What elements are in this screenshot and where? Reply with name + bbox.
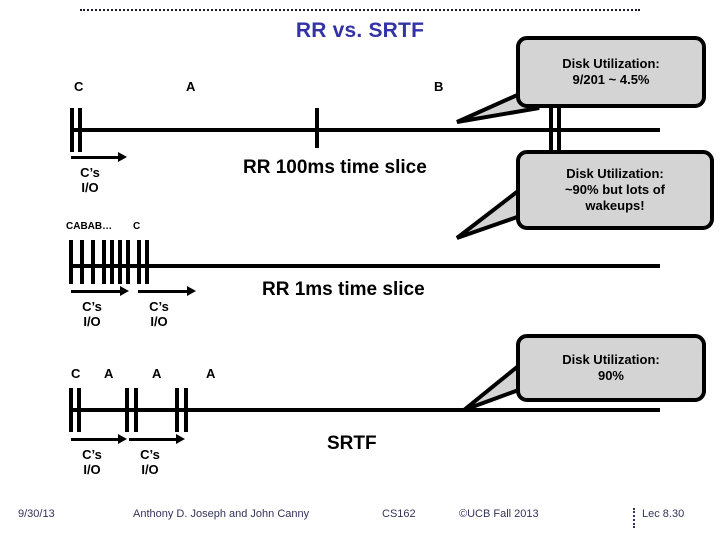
timeline1-io-caption-line2: I/O: [81, 180, 99, 195]
callout-rr100: Disk Utilization: 9/201 ~ 4.5%: [516, 36, 706, 108]
timeline3-io-caption-2: C’s I/O: [119, 447, 181, 477]
timeline2-io2-line1: C’s: [149, 299, 169, 314]
timeline1-io-arrow: [71, 152, 127, 163]
callout-rr1: Disk Utilization: ~90% but lots of wakeu…: [516, 150, 714, 230]
timeline2-io-caption-1: C’s I/O: [61, 299, 123, 329]
callout-rr1-line3: wakeups!: [585, 198, 645, 213]
timeline2-io1-line1: C’s: [82, 299, 102, 314]
footer-page: Lec 8.30: [642, 508, 685, 520]
callout-rr100-line2: 9/201 ~ 4.5%: [572, 72, 650, 87]
caption-rr-1ms: RR 1ms time slice: [262, 279, 425, 300]
header-dotted-rule: [80, 9, 640, 11]
timeline3-io2-line1: C’s: [140, 447, 160, 462]
timeline2-tick-8: [137, 240, 141, 284]
timeline2-io1-line2: I/O: [83, 314, 101, 329]
timeline3-io-arrow-2: [129, 434, 185, 445]
timeline2-io-arrow-1: [71, 286, 129, 297]
timeline3-label-a1: A: [104, 366, 114, 381]
timeline2-tick-4: [102, 240, 106, 284]
timeline3-io1-line2: I/O: [83, 462, 101, 477]
timeline2-tick-9: [145, 240, 149, 284]
timeline1-tick-c-a: [70, 108, 74, 152]
footer-authors: Anthony D. Joseph and John Canny: [133, 508, 310, 520]
timeline2-io-caption-2: C’s I/O: [128, 299, 190, 329]
timeline3-label-a2: A: [152, 366, 162, 381]
timeline3-tick-2b: [134, 388, 138, 432]
timeline2-io-arrow-2: [138, 286, 196, 297]
timeline2-tick-6: [118, 240, 122, 284]
timeline3-tick-1a: [69, 388, 73, 432]
timeline3-io-arrow-1: [71, 434, 127, 445]
footer: 9/30/13 Anthony D. Joseph and John Canny…: [0, 508, 720, 532]
callout-srtf-line1: Disk Utilization:: [562, 352, 660, 367]
slide-canvas: RR vs. SRTF C A B C’s I/O RR 100ms time …: [0, 0, 720, 540]
timeline2-label-cabab: CABAB…: [66, 221, 113, 232]
timeline3-label-c: C: [71, 366, 81, 381]
timeline2-tick-5: [110, 240, 114, 284]
caption-srtf: SRTF: [327, 433, 377, 454]
timeline3-io1-line1: C’s: [82, 447, 102, 462]
timeline1-axis: [70, 128, 660, 132]
timeline1-tick-a: [315, 108, 319, 148]
caption-rr-100ms: RR 100ms time slice: [243, 157, 427, 178]
timeline2-tick-3: [91, 240, 95, 284]
timeline1-io-caption: C’s I/O: [60, 165, 120, 195]
timeline3-tick-3b: [184, 388, 188, 432]
timeline1-io-caption-line1: C’s: [80, 165, 100, 180]
timeline3-tick-3a: [175, 388, 179, 432]
timeline2-axis: [69, 264, 660, 268]
timeline2-label-c: C: [133, 221, 141, 232]
timeline1-label-c: C: [74, 79, 84, 94]
timeline3-tick-2a: [125, 388, 129, 432]
footer-date: 9/30/13: [18, 508, 55, 520]
timeline3-io2-line2: I/O: [141, 462, 159, 477]
timeline1-label-b: B: [434, 79, 444, 94]
callout-rr1-line1: Disk Utilization:: [566, 166, 664, 181]
timeline2-io2-line2: I/O: [150, 314, 168, 329]
timeline2-tick-1: [69, 240, 73, 284]
timeline3-tick-1b: [77, 388, 81, 432]
callout-rr100-line1: Disk Utilization:: [562, 56, 660, 71]
callout-srtf: Disk Utilization: 90%: [516, 334, 706, 402]
timeline3-label-a3: A: [206, 366, 216, 381]
callout-srtf-line2: 90%: [597, 368, 624, 383]
timeline2-tick-2: [80, 240, 84, 284]
footer-separator: [633, 508, 635, 528]
timeline3-io-caption-1: C’s I/O: [61, 447, 123, 477]
callout-rr1-line2: ~90% but lots of: [564, 182, 666, 197]
footer-copyright: ©UCB Fall 2013: [459, 508, 539, 520]
footer-course: CS162: [382, 508, 416, 520]
timeline2-tick-7: [126, 240, 130, 284]
timeline1-tick-c-b: [78, 108, 82, 152]
timeline1-label-a: A: [186, 79, 196, 94]
